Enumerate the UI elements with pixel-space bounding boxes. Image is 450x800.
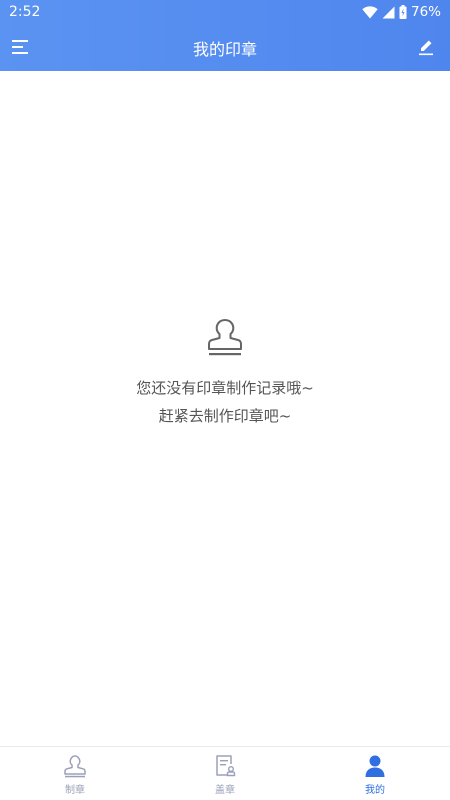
status-time: 2:52 <box>9 4 41 20</box>
status-icons: 76% <box>362 4 441 20</box>
tab-mine[interactable]: 我的 <box>300 747 450 800</box>
tab-label: 制章 <box>65 785 85 796</box>
wifi-icon <box>362 5 378 18</box>
menu-button[interactable] <box>10 36 32 58</box>
status-bar: 2:52 76% <box>0 0 450 24</box>
tab-apply-stamp[interactable]: 盖章 <box>150 747 300 800</box>
stamp-icon <box>64 755 86 778</box>
battery-percentage: 76% <box>410 4 441 20</box>
stamp-icon <box>208 319 242 356</box>
document-stamp-icon <box>216 755 236 777</box>
empty-message-line2: 赶紧去制作印章吧~ <box>158 407 292 425</box>
bottom-tab-bar: 制章 盖章 我的 <box>0 746 450 800</box>
nav-bar: 我的印章 <box>0 24 450 71</box>
app-header: 2:52 76% 我的印章 <box>0 0 450 71</box>
tab-label: 我的 <box>365 785 385 796</box>
signal-icon <box>382 6 395 18</box>
user-icon <box>365 755 385 777</box>
edit-button[interactable] <box>416 36 436 58</box>
battery-icon <box>399 5 407 19</box>
empty-state: 您还没有印章制作记录哦~ 赶紧去制作印章吧~ <box>0 318 450 430</box>
menu-icon <box>12 40 28 54</box>
page-title: 我的印章 <box>192 40 257 59</box>
tab-make-stamp[interactable]: 制章 <box>0 747 150 800</box>
edit-icon <box>419 40 433 56</box>
tab-label: 盖章 <box>215 785 235 796</box>
empty-message-line1: 您还没有印章制作记录哦~ <box>136 379 314 397</box>
